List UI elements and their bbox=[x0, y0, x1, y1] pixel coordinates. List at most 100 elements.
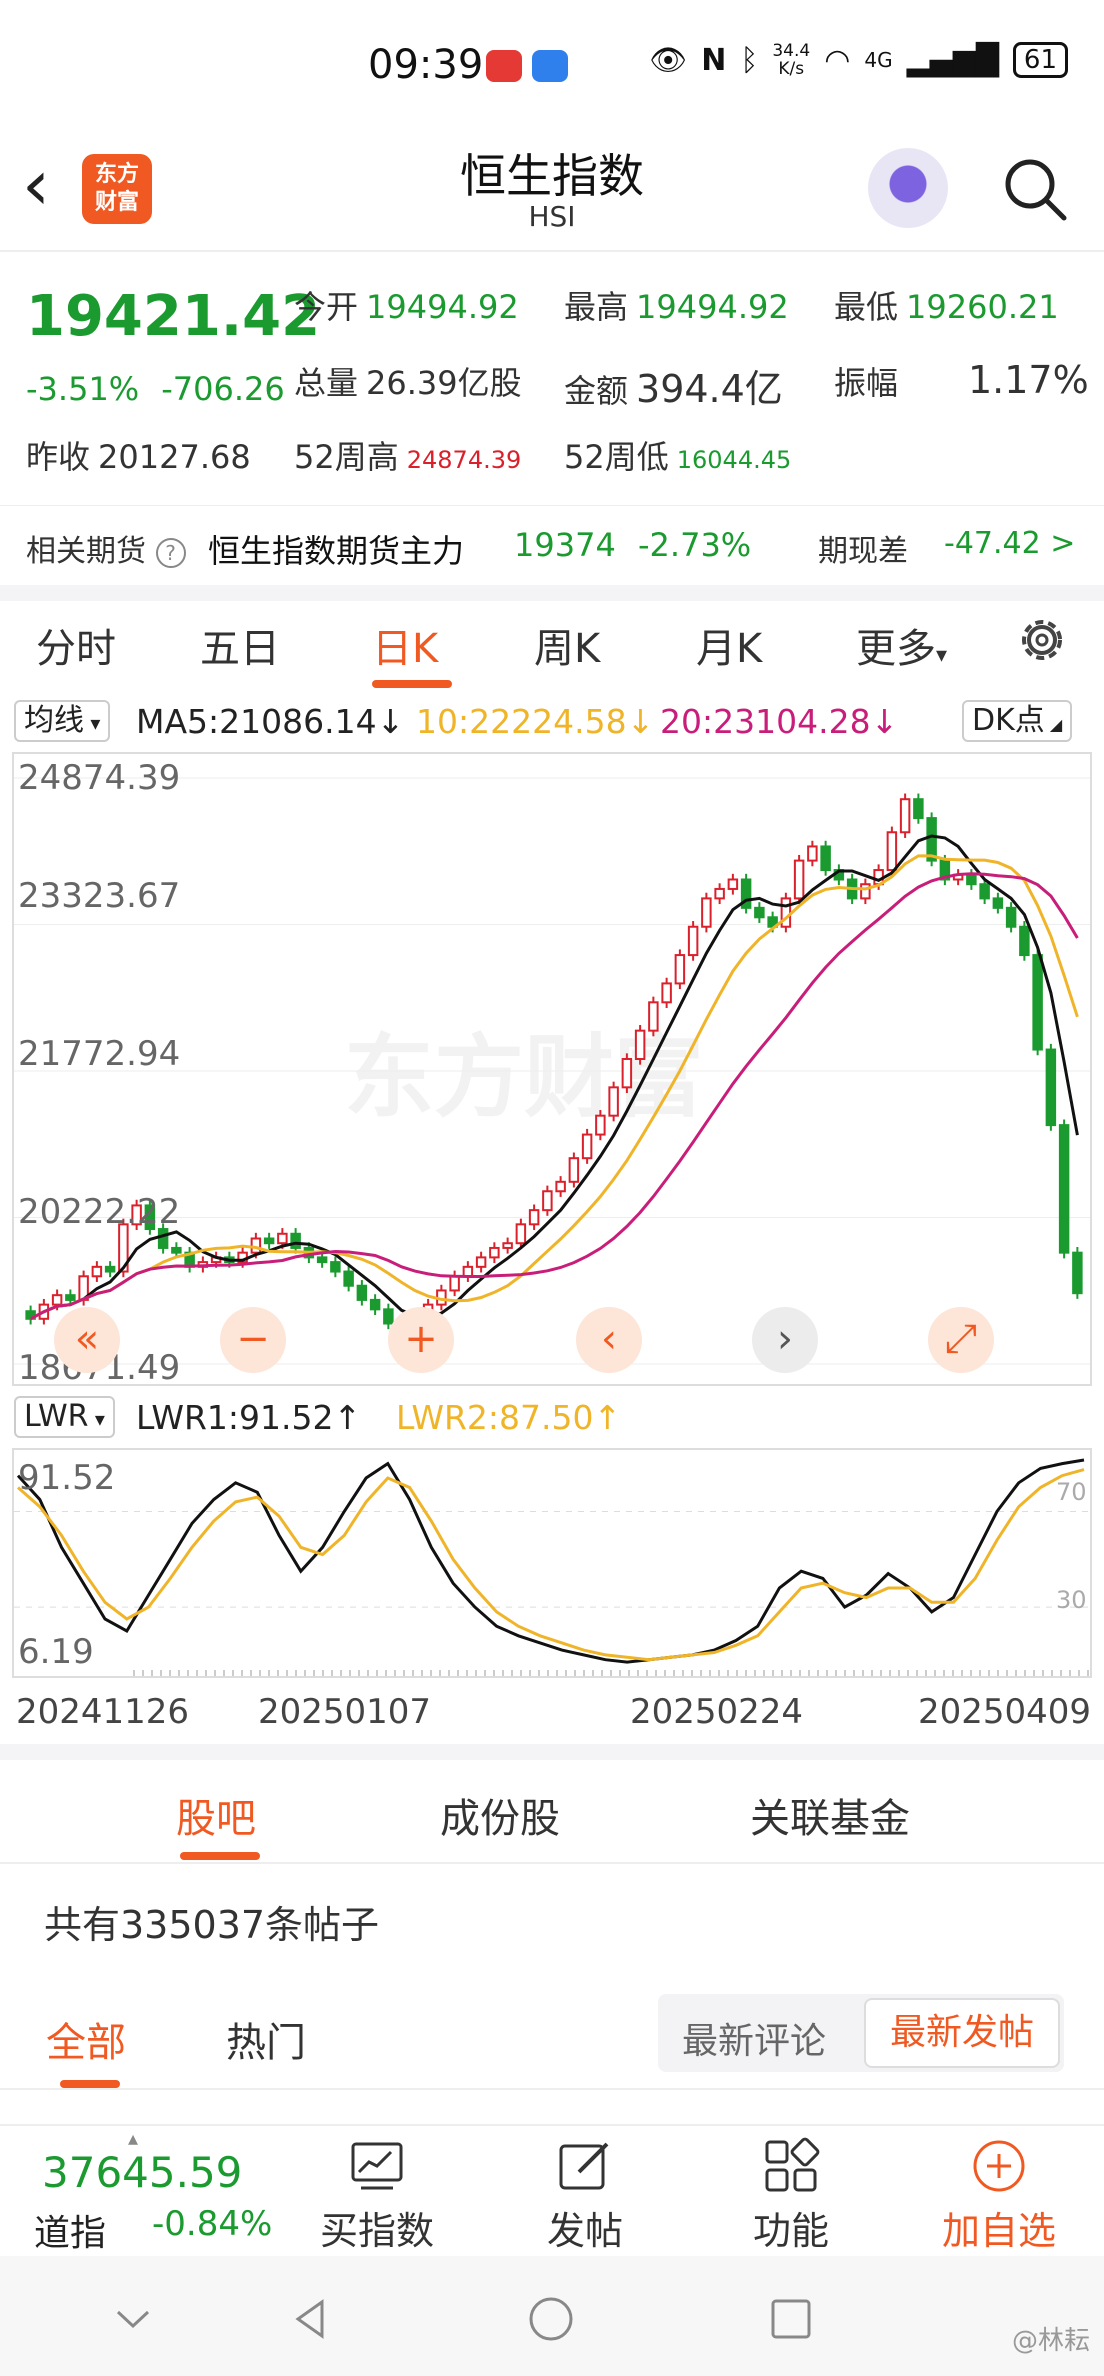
candle bbox=[542, 1190, 553, 1212]
tab-more[interactable]: 更多▾ bbox=[856, 616, 947, 674]
help-icon[interactable]: ? bbox=[155, 537, 186, 568]
grid-icon bbox=[765, 2137, 820, 2192]
tab-intraday[interactable]: 分时 bbox=[36, 616, 116, 674]
add-watchlist-button[interactable]: 加自选 bbox=[924, 2136, 1074, 2255]
tab-all[interactable]: 全部 bbox=[46, 2010, 126, 2068]
zoom-out-button[interactable]: − bbox=[220, 1307, 286, 1373]
futures-name: 恒生指数期货主力 bbox=[208, 532, 465, 570]
candle bbox=[1058, 1124, 1070, 1254]
futures-pct: -2.73% bbox=[638, 526, 752, 564]
eye-icon: 👁 bbox=[649, 42, 688, 78]
post-button[interactable]: 发帖 bbox=[510, 2136, 660, 2255]
candle bbox=[462, 1265, 474, 1278]
candle bbox=[91, 1265, 103, 1278]
amount: 金额 394.4亿 bbox=[564, 367, 783, 411]
candle bbox=[661, 982, 672, 1004]
fullscreen-button[interactable]: ⤢ bbox=[928, 1307, 994, 1373]
candle bbox=[277, 1232, 288, 1245]
lwr2-value: LWR2:87.50↑ bbox=[396, 1398, 622, 1437]
dk-point-button[interactable]: DK点 ◢ bbox=[962, 700, 1073, 742]
tab-weekly-k[interactable]: 周K bbox=[534, 616, 600, 674]
dow-price[interactable]: 37645.59 bbox=[42, 2148, 242, 2197]
active-tab-indicator bbox=[372, 680, 452, 688]
chart-icon bbox=[351, 2142, 403, 2190]
tab-forum[interactable]: 股吧 bbox=[176, 1786, 256, 1844]
candle bbox=[807, 845, 818, 862]
candle bbox=[316, 1256, 328, 1264]
system-nav-bar: @林耘 bbox=[0, 2256, 1104, 2376]
app-header: ‹ 东方 财富 恒生指数 HSI bbox=[0, 130, 1104, 252]
zoom-in-button[interactable]: + bbox=[388, 1307, 454, 1373]
indicator-select[interactable]: 均线 ▾ bbox=[14, 700, 111, 742]
low-52w: 52周低 16044.45 bbox=[564, 438, 792, 476]
tab-monthly-k[interactable]: 月K bbox=[696, 616, 762, 674]
back-nav-icon[interactable] bbox=[286, 2294, 336, 2344]
sub-indicator-select[interactable]: LWR ▾ bbox=[14, 1396, 115, 1438]
tab-related-funds[interactable]: 关联基金 bbox=[750, 1786, 910, 1844]
lwr-ref-70: 70 bbox=[1056, 1478, 1087, 1506]
content-tabs: 股吧 成份股 关联基金 bbox=[0, 1760, 1104, 1864]
nfc-icon: N bbox=[701, 42, 727, 78]
dow-pct[interactable]: -0.84% bbox=[152, 2204, 272, 2244]
candle bbox=[171, 1246, 182, 1254]
kline-chart[interactable]: 东方财富 24874.39 23323.67 21772.94 20222.22… bbox=[12, 752, 1092, 1386]
candle bbox=[820, 845, 831, 872]
related-futures-row[interactable]: 相关期货 ? 恒生指数期货主力 19374 -2.73% 期现差 -47.42 … bbox=[0, 505, 1104, 585]
sort-toggle: 最新评论 最新发帖 bbox=[658, 1994, 1064, 2072]
hide-keyboard-icon[interactable] bbox=[108, 2294, 158, 2344]
candle bbox=[290, 1232, 301, 1249]
candle bbox=[51, 1294, 63, 1306]
scroll-left-button[interactable]: ‹ bbox=[576, 1307, 642, 1373]
tab-hot[interactable]: 热门 bbox=[226, 2010, 306, 2068]
candle bbox=[913, 798, 924, 820]
lwr-chart[interactable]: 91.52 6.19 70 30 bbox=[12, 1448, 1092, 1678]
ma-legend: 均线 ▾ MA5:21086.14↓ 10:22224.58↓ 20:23104… bbox=[0, 696, 1104, 746]
y-tick-label: 24874.39 bbox=[18, 758, 181, 798]
tab-constituents[interactable]: 成份股 bbox=[440, 1786, 560, 1844]
active-tab-indicator bbox=[180, 1852, 260, 1860]
candle bbox=[1045, 1048, 1057, 1127]
futures-price: 19374 bbox=[514, 526, 616, 564]
assistant-robot-icon[interactable] bbox=[868, 148, 948, 228]
candle bbox=[515, 1223, 527, 1245]
search-icon[interactable] bbox=[1000, 154, 1070, 224]
candle bbox=[595, 1114, 606, 1136]
candle bbox=[926, 817, 937, 862]
candle bbox=[528, 1209, 540, 1226]
network-type: 4G bbox=[864, 48, 893, 72]
sort-latest-post[interactable]: 最新发帖 bbox=[864, 1998, 1060, 2068]
feed-tabs: 全部 热门 最新评论 最新发帖 bbox=[0, 1980, 1104, 2090]
ma20-value: 20:23104.28↓ bbox=[660, 702, 899, 741]
candle bbox=[581, 1133, 593, 1160]
tab-five-day[interactable]: 五日 bbox=[200, 616, 280, 674]
candle bbox=[966, 873, 977, 886]
tab-daily-k[interactable]: 日K bbox=[372, 616, 438, 674]
price-change: -3.51% -706.26 bbox=[26, 370, 285, 408]
active-tab-indicator bbox=[60, 2080, 120, 2088]
candle bbox=[502, 1242, 513, 1249]
amplitude-label: 振幅 bbox=[834, 364, 899, 402]
candle bbox=[793, 859, 805, 900]
x-date-label: 20250107 bbox=[258, 1692, 432, 1732]
lwr1-line bbox=[16, 1458, 1085, 1664]
functions-button[interactable]: 功能 bbox=[716, 2136, 866, 2255]
lwr-legend: LWR ▾ LWR1:91.52↑ LWR2:87.50↑ bbox=[0, 1392, 1104, 1442]
post-count: 共有335037条帖子 bbox=[44, 1903, 380, 1947]
scroll-right-button[interactable]: › bbox=[752, 1307, 818, 1373]
candle bbox=[1019, 925, 1030, 957]
candle bbox=[475, 1256, 487, 1268]
candle bbox=[687, 925, 699, 957]
gear-icon[interactable] bbox=[1012, 610, 1072, 670]
high-52w: 52周高 24874.39 bbox=[294, 438, 522, 476]
home-nav-icon[interactable] bbox=[526, 2294, 576, 2344]
dow-name[interactable]: 道指 bbox=[34, 2204, 106, 2256]
futures-label: 相关期货 ? bbox=[26, 526, 186, 570]
recents-nav-icon[interactable] bbox=[766, 2294, 816, 2344]
jump-start-button[interactable]: « bbox=[54, 1307, 120, 1373]
sort-latest-comment[interactable]: 最新评论 bbox=[682, 2012, 826, 2064]
y-tick-label: 23323.67 bbox=[18, 876, 181, 916]
volume: 总量 26.39亿股 bbox=[294, 364, 522, 402]
x-date-label: 20250409 bbox=[918, 1692, 1092, 1732]
buy-index-button[interactable]: 买指数 bbox=[302, 2136, 452, 2255]
candle bbox=[369, 1298, 381, 1311]
